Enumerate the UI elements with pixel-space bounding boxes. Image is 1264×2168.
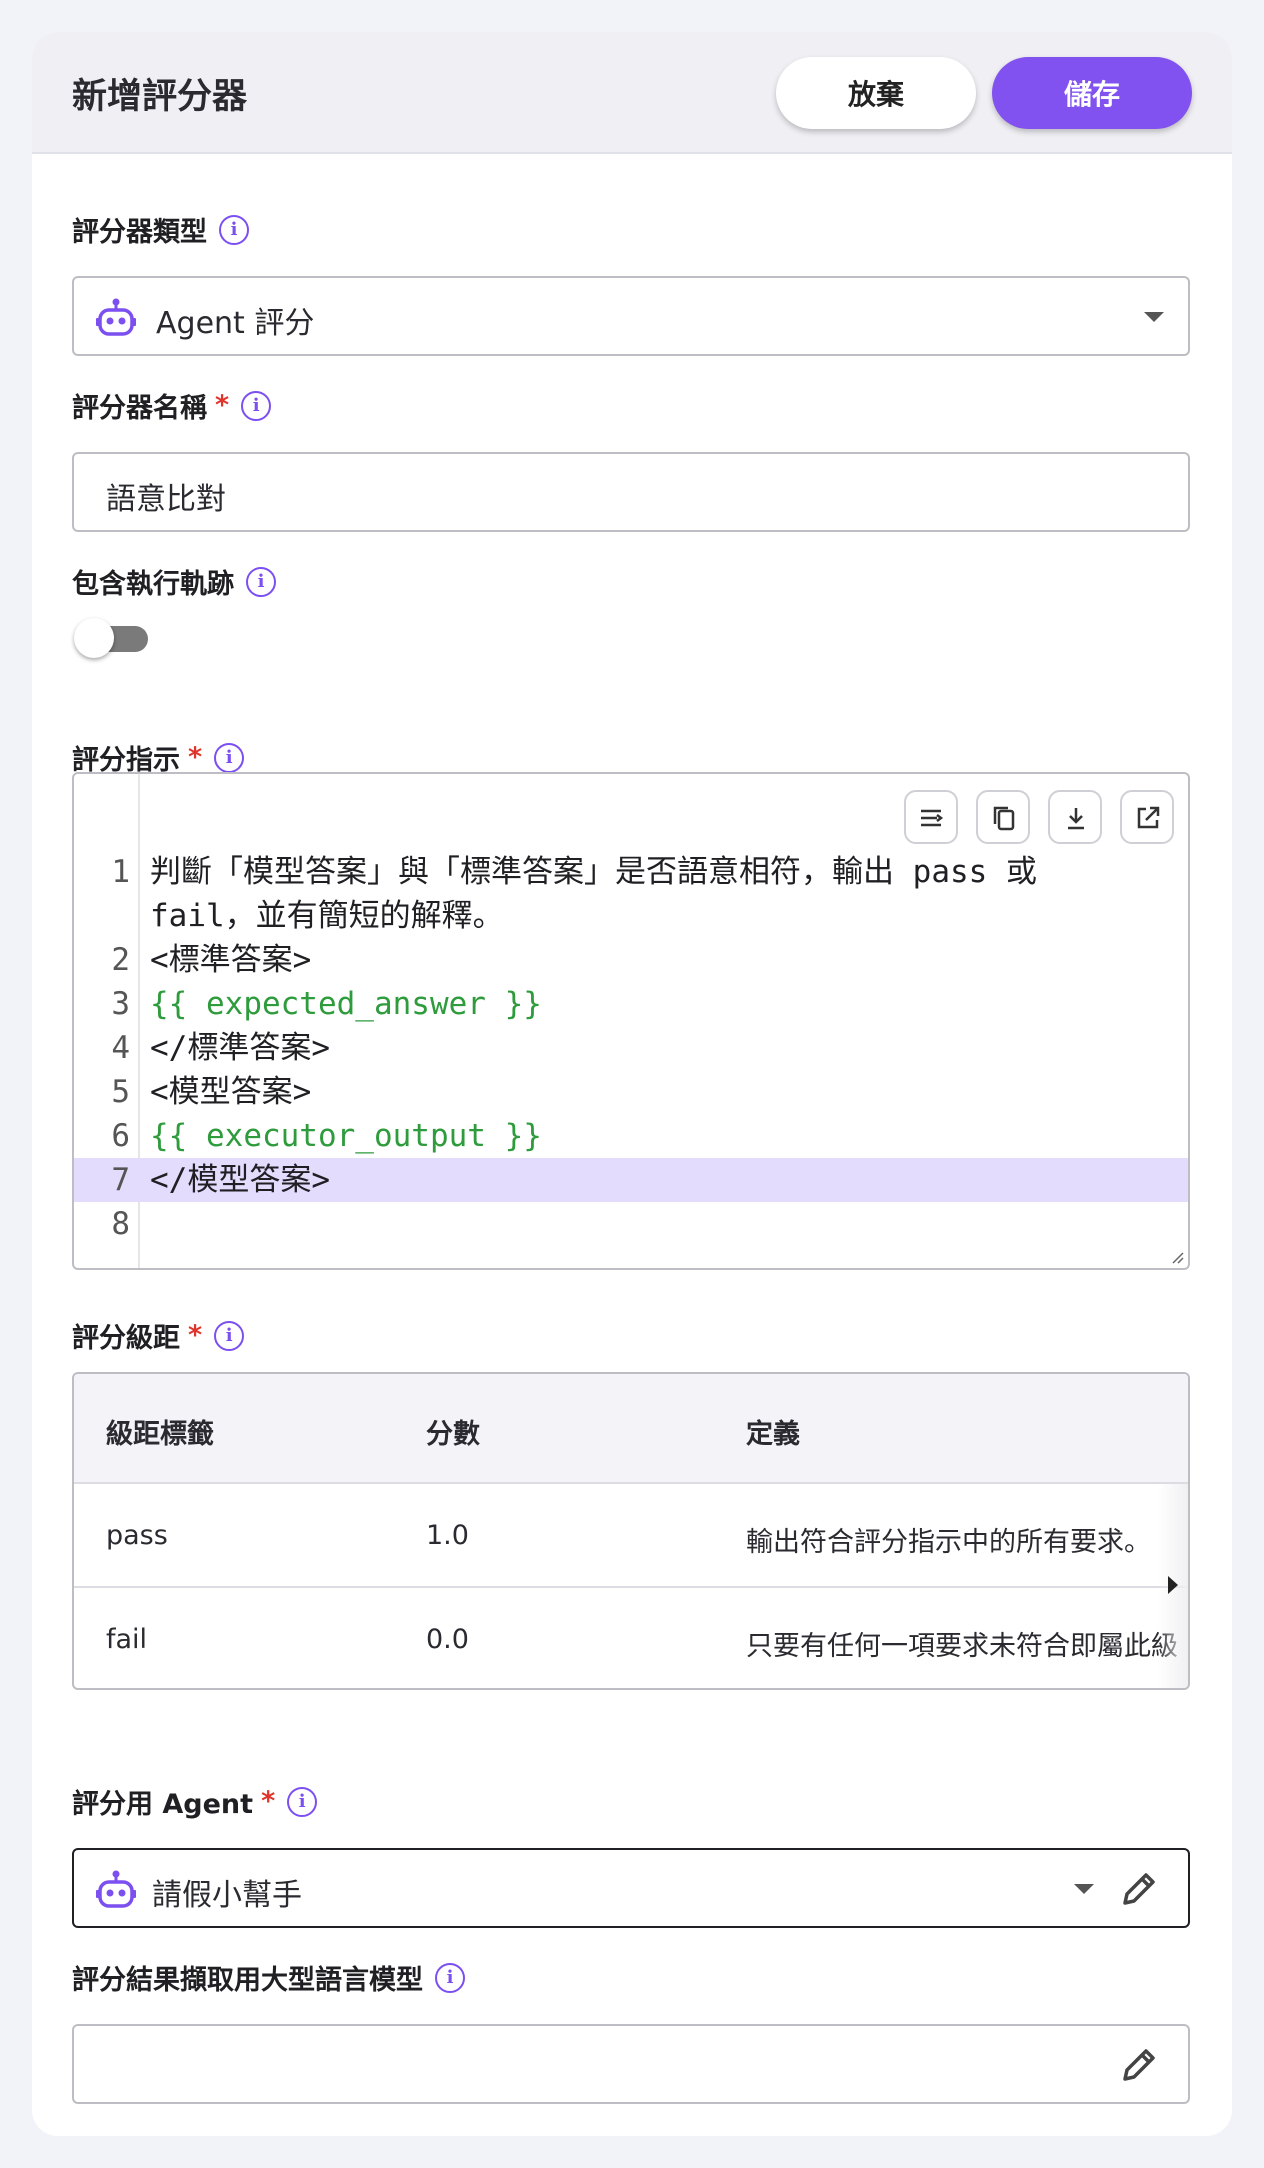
table-header: 級距標籤 分數 定義 xyxy=(74,1374,1188,1484)
info-icon[interactable]: i xyxy=(287,1786,318,1817)
edit-pencil-icon[interactable] xyxy=(1118,2044,1160,2086)
table-row[interactable]: pass 1.0 輸出符合評分指示中的所有要求。 xyxy=(74,1484,1188,1588)
table-row[interactable]: fail 0.0 只要有任何一項要求未符合即屬此級 xyxy=(74,1588,1188,1688)
scale-table: 級距標籤 分數 定義 pass 1.0 輸出符合評分指示中的所有要求。 fail… xyxy=(72,1372,1190,1690)
code-line-active: 7 </模型答案> xyxy=(74,1158,1188,1202)
copy-icon xyxy=(993,806,1015,831)
code-line: 6 {{ executor_output }} xyxy=(74,1114,1188,1158)
code-line: 4 </標準答案> xyxy=(111,1030,330,1066)
include-trace-label: 包含執行軌跡 i xyxy=(72,562,276,601)
template-variable: {{ expected_answer }} xyxy=(150,986,542,1022)
include-trace-label-text: 包含執行軌跡 xyxy=(72,569,234,600)
edit-pencil-icon[interactable] xyxy=(1118,1868,1160,1910)
grader-type-label-text: 評分器類型 xyxy=(72,217,207,248)
required-mark: * xyxy=(261,1786,276,1817)
download-button[interactable] xyxy=(1048,790,1102,844)
chevron-down-icon[interactable] xyxy=(1074,1884,1094,1894)
copy-button[interactable] xyxy=(976,790,1030,844)
agent-value: 請假小幫手 xyxy=(152,1878,302,1913)
form-header: 新增評分器 放棄 儲存 xyxy=(32,32,1232,154)
robot-icon xyxy=(96,1870,136,1908)
code-line: 3 {{ expected_answer }} xyxy=(74,982,1188,1026)
info-icon[interactable]: i xyxy=(241,390,272,421)
grader-name-value: 語意比對 xyxy=(106,482,226,517)
scale-label-text: 評分級距 xyxy=(72,1323,180,1354)
agent-label-text: 評分用 Agent xyxy=(72,1789,254,1820)
row-score: 1.0 xyxy=(426,1520,469,1551)
column-header-tag: 級距標籤 xyxy=(106,1419,214,1450)
wrap-lines-icon xyxy=(921,809,944,827)
wrap-lines-button[interactable] xyxy=(904,790,958,844)
open-external-icon xyxy=(1137,806,1160,829)
agent-select[interactable]: 請假小幫手 xyxy=(72,1848,1190,1928)
chevron-down-icon[interactable] xyxy=(1144,312,1164,322)
llm-label-text: 評分結果擷取用大型語言模型 xyxy=(72,1965,423,1996)
column-header-definition: 定義 xyxy=(746,1419,800,1450)
code-line: fail，並有簡短的解釋。 xyxy=(150,898,504,934)
scroll-right-icon[interactable] xyxy=(1168,1576,1178,1594)
row-score: 0.0 xyxy=(426,1624,469,1655)
row-definition: 只要有任何一項要求未符合即屬此級 xyxy=(746,1631,1178,1662)
llm-label: 評分結果擷取用大型語言模型 i xyxy=(72,1958,465,1997)
grader-type-select[interactable]: Agent 評分 xyxy=(72,276,1190,356)
save-button[interactable]: 儲存 xyxy=(992,57,1192,129)
template-variable: {{ executor_output }} xyxy=(150,1118,542,1154)
info-icon[interactable]: i xyxy=(435,1962,465,1993)
grader-type-label: 評分器類型 i xyxy=(72,210,249,249)
scale-label: 評分級距 * i xyxy=(72,1316,245,1355)
page-title: 新增評分器 xyxy=(72,77,248,117)
grader-type-value: Agent 評分 xyxy=(156,306,315,341)
info-icon[interactable]: i xyxy=(219,214,249,245)
download-icon xyxy=(1068,808,1084,830)
open-external-button[interactable] xyxy=(1120,790,1174,844)
code-line: 8 xyxy=(111,1206,130,1242)
robot-icon xyxy=(96,298,136,336)
code-line: 1 判斷「模型答案」與「標準答案」是否語意相符，輸出 pass 或 xyxy=(111,854,1037,890)
required-mark: * xyxy=(188,742,203,773)
toggle-knob xyxy=(74,618,114,658)
required-mark: * xyxy=(188,1320,203,1351)
column-header-score: 分數 xyxy=(426,1419,480,1450)
info-icon[interactable]: i xyxy=(246,566,276,597)
row-tag: fail xyxy=(106,1624,148,1655)
cancel-button[interactable]: 放棄 xyxy=(776,57,976,129)
row-tag: pass xyxy=(106,1520,168,1551)
row-definition: 輸出符合評分指示中的所有要求。 xyxy=(746,1527,1151,1558)
agent-label: 評分用 Agent * i xyxy=(72,1782,318,1821)
instructions-editor[interactable]: 1 判斷「模型答案」與「標準答案」是否語意相符，輸出 pass 或 fail，並… xyxy=(72,772,1190,1270)
grader-name-label-text: 評分器名稱 xyxy=(72,393,207,424)
info-icon[interactable]: i xyxy=(214,742,245,773)
grader-name-label: 評分器名稱 * i xyxy=(72,386,272,425)
grader-name-input[interactable]: 語意比對 xyxy=(72,452,1190,532)
include-trace-toggle[interactable] xyxy=(72,614,152,660)
info-icon[interactable]: i xyxy=(214,1320,245,1351)
code-line: 2 <標準答案> xyxy=(111,942,312,978)
llm-select[interactable] xyxy=(72,2024,1190,2104)
required-mark: * xyxy=(215,390,230,421)
resize-handle-icon[interactable] xyxy=(1168,1248,1184,1264)
code-line: 5 <模型答案> xyxy=(111,1074,312,1110)
grader-form-card: 新增評分器 放棄 儲存 評分器類型 i Agent 評分 評分器名稱 * i 語… xyxy=(32,32,1232,2136)
